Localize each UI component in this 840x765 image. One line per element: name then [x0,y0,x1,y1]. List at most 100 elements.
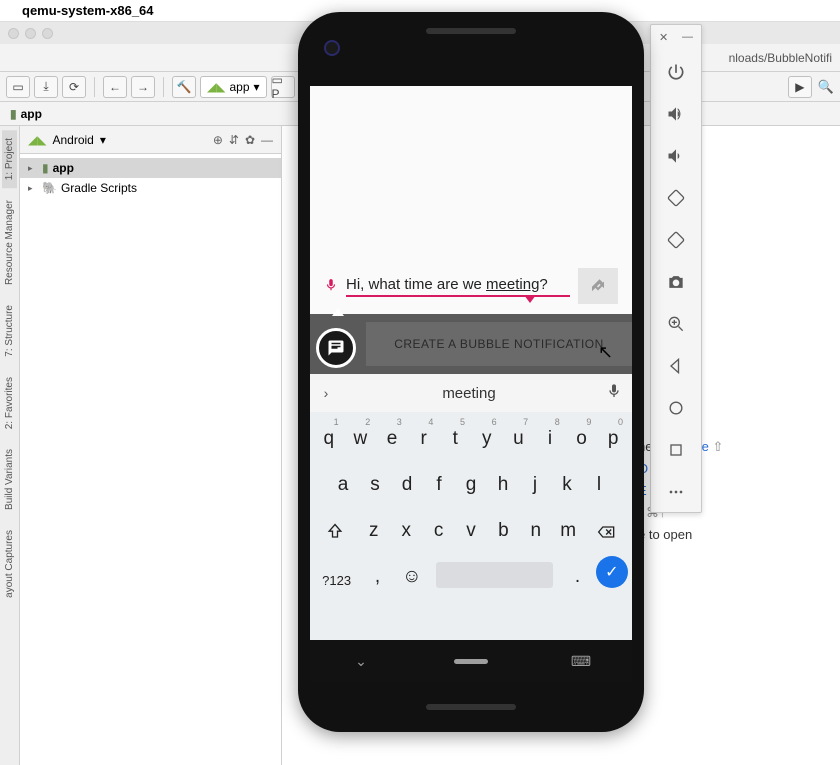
key-j[interactable]: j [520,461,550,501]
chevron-down-icon: ▾ [100,133,106,147]
path-tail: nloads/BubbleNotifi [729,51,832,65]
emulator-more-button[interactable] [662,478,690,506]
search-icon[interactable]: 🔍 [818,79,834,95]
mic-icon[interactable] [324,278,338,295]
emulator-power-button[interactable] [662,58,690,86]
notification-area: CREATE A BUBBLE NOTIFICATION [310,314,632,374]
run-button[interactable]: ▶ [788,76,812,98]
emulator-back-button[interactable] [662,352,690,380]
suggestions-expand-icon[interactable]: › [316,385,336,401]
emulator-overview-button[interactable] [662,394,690,422]
emulator-volume-down-button[interactable] [662,142,690,170]
window-zoom-icon[interactable] [42,28,53,39]
open-button[interactable]: ▭ [6,76,30,98]
emulator-rotate-right-button[interactable] [662,226,690,254]
emulator-screenshot-button[interactable] [662,268,690,296]
nav-home-pill[interactable] [454,659,488,664]
key-n[interactable]: n [521,507,551,547]
gutter-tab-structure[interactable]: 7: Structure [2,297,17,365]
tree-item-gradle-scripts[interactable]: ▸ 🐘 Gradle Scripts [20,178,281,198]
nav-forward-button[interactable]: → [131,76,155,98]
key-a[interactable]: a [328,461,358,501]
phone-screen: Hi, what time are we meeting? CREATE A B… [310,86,632,682]
suggestion-word[interactable]: meeting [336,385,602,402]
emulator-rotate-left-button[interactable] [662,184,690,212]
keyboard-mic-icon[interactable] [602,383,626,403]
key-t[interactable]: 5t [440,415,470,455]
key-w[interactable]: 2w [346,415,376,455]
gear-icon[interactable]: ✿ [245,133,255,147]
key-p[interactable]: 0p [598,415,628,455]
key-q[interactable]: 1q [314,415,344,455]
device-selector[interactable]: ▭ P [271,76,295,98]
emulator-home-button[interactable] [662,436,690,464]
window-close-icon[interactable] [8,28,19,39]
emoji-key[interactable]: ☺ [396,553,428,593]
key-x[interactable]: x [391,507,421,547]
tree-expand-icon[interactable]: ▸ [28,183,38,194]
run-config-selector[interactable]: ◢◣ app ▾ [200,76,267,98]
key-k[interactable]: k [552,461,582,501]
key-u[interactable]: 7u [504,415,534,455]
target-icon[interactable]: ⊕ [213,133,223,147]
emulator-window: Hi, what time are we meeting? CREATE A B… [298,12,644,732]
backspace-key[interactable] [585,507,628,547]
send-button[interactable] [578,268,618,304]
key-o[interactable]: 9o [567,415,597,455]
collapse-icon[interactable]: ⇵ [229,133,239,147]
gutter-tab-layout-captures[interactable]: ayout Captures [2,522,17,606]
nav-keyboard-hide-icon[interactable]: ⌄ [352,652,370,670]
project-view-label: Android [52,133,93,147]
gutter-tab-build-variants[interactable]: Build Variants [2,441,17,518]
key-g[interactable]: g [456,461,486,501]
create-bubble-notification-button[interactable]: CREATE A BUBBLE NOTIFICATION [366,322,632,366]
hide-icon[interactable]: — [261,133,273,147]
build-button[interactable]: 🔨 [172,76,196,98]
shift-key[interactable] [314,507,357,547]
key-v[interactable]: v [456,507,486,547]
key-m[interactable]: m [553,507,583,547]
emulator-zoom-button[interactable] [662,310,690,338]
android-status-bar [310,86,632,116]
project-tree: ▸ ▮ app ▸ 🐘 Gradle Scripts [20,154,281,202]
gutter-tab-project[interactable]: 1: Project [2,130,17,188]
nav-ime-switch-icon[interactable]: ⌨ [572,652,590,670]
key-z[interactable]: z [359,507,389,547]
period-key[interactable]: . [561,553,593,593]
message-input[interactable]: Hi, what time are we meeting? [346,276,570,297]
symbols-key[interactable]: ?123 [314,553,359,593]
key-e[interactable]: 3e [377,415,407,455]
folder-icon: ▮ [10,107,17,121]
key-i[interactable]: 8i [535,415,565,455]
key-d[interactable]: d [392,461,422,501]
key-r[interactable]: 4r [409,415,439,455]
project-tool-window: ◢◣ Android ▾ ⊕ ⇵ ✿ — ▸ ▮ app ▸ 🐘 [20,126,282,765]
key-b[interactable]: b [488,507,518,547]
enter-key[interactable]: ✓ [596,553,628,593]
key-h[interactable]: h [488,461,518,501]
comma-key[interactable]: , [361,553,393,593]
emulator-volume-up-button[interactable] [662,100,690,128]
gradle-icon: 🐘 [42,181,57,195]
emulator-minimize-icon[interactable]: — [682,31,693,44]
key-s[interactable]: s [360,461,390,501]
key-c[interactable]: c [423,507,453,547]
space-key[interactable] [430,553,559,593]
bubble-icon[interactable] [316,328,356,368]
nav-back-button[interactable]: ← [103,76,127,98]
window-minimize-icon[interactable] [25,28,36,39]
key-l[interactable]: l [584,461,614,501]
tree-item-app[interactable]: ▸ ▮ app [20,158,281,178]
emulator-close-icon[interactable]: ✕ [659,31,668,44]
sync-button[interactable]: ⟳ [62,76,86,98]
android-icon: ◢◣ [28,133,46,147]
key-y[interactable]: 6y [472,415,502,455]
save-button[interactable]: ⤓ [34,76,58,98]
gutter-tab-resource-manager[interactable]: Resource Manager [2,192,17,293]
tree-expand-icon[interactable]: ▸ [28,163,38,174]
key-f[interactable]: f [424,461,454,501]
run-config-label: app [229,80,249,94]
gutter-tab-favorites[interactable]: 2: Favorites [2,369,17,437]
project-header[interactable]: ◢◣ Android ▾ ⊕ ⇵ ✿ — [20,126,281,154]
text-cursor-handle[interactable] [524,295,536,303]
